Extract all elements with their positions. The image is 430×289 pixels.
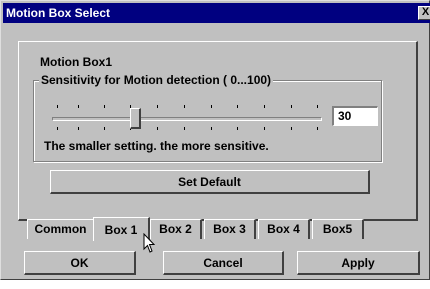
close-button[interactable]: X [418, 6, 430, 20]
sensitivity-value-input[interactable]: 30 [332, 106, 378, 126]
box-title: Motion Box1 [40, 55, 112, 69]
sensitivity-slider-thumb[interactable] [130, 108, 141, 129]
slider-tick [104, 127, 105, 130]
slider-tick [211, 105, 212, 108]
slider-tick [237, 127, 238, 130]
tab-box-1[interactable]: Box 1 [93, 217, 150, 241]
mouse-pointer-icon [143, 233, 156, 253]
slider-tick [78, 105, 79, 108]
slider-tick [317, 105, 318, 108]
slider-tick [184, 105, 185, 108]
set-default-button[interactable]: Set Default [50, 170, 370, 194]
tab-common[interactable]: Common [27, 219, 95, 239]
slider-tick [264, 127, 265, 130]
slider-tick [211, 127, 212, 130]
slider-tick [57, 127, 58, 130]
slider-tick [157, 127, 158, 130]
ok-button[interactable]: OK [24, 251, 136, 275]
slider-tick [237, 105, 238, 108]
slider-tick [57, 105, 58, 108]
slider-tick [104, 105, 105, 108]
cancel-button[interactable]: Cancel [163, 251, 284, 275]
sensitivity-slider-track[interactable] [52, 117, 322, 121]
close-icon: X [421, 6, 430, 18]
tab-box-5[interactable]: Box5 [312, 219, 364, 239]
slider-tick [291, 127, 292, 130]
tab-box-4[interactable]: Box 4 [258, 219, 310, 239]
slider-tick [157, 105, 158, 108]
title-bar[interactable]: Motion Box Select X [3, 3, 430, 23]
tab-box-3[interactable]: Box 3 [204, 219, 256, 239]
slider-tick [291, 105, 292, 108]
slider-tick [264, 105, 265, 108]
apply-button[interactable]: Apply [297, 251, 420, 275]
sensitivity-hint: The smaller setting. the more sensitive. [44, 139, 269, 153]
window-title: Motion Box Select [6, 6, 111, 20]
slider-tick [184, 127, 185, 130]
sensitivity-group-label: Sensitivity for Motion detection ( 0...1… [39, 72, 274, 88]
slider-tick [317, 127, 318, 130]
tab-box-2[interactable]: Box 2 [150, 219, 202, 239]
slider-tick [78, 127, 79, 130]
